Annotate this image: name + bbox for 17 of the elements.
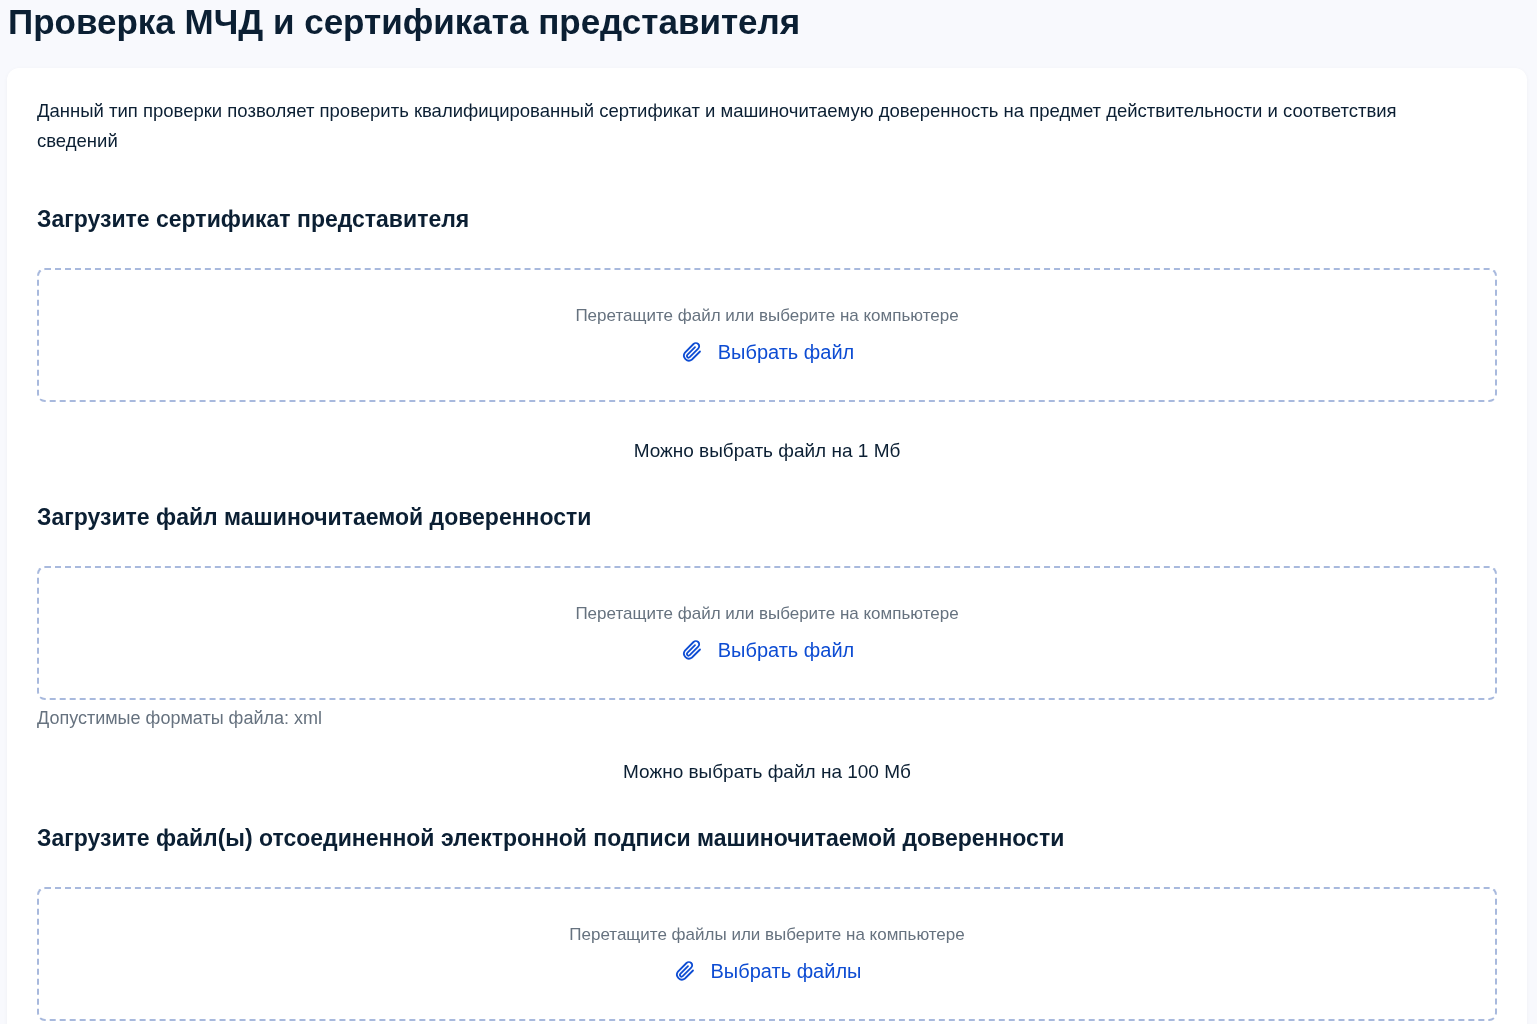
choose-file-button[interactable]: Выбрать файлы [672,959,862,983]
description-text: Данный тип проверки позволяет проверить квалифицированный сертификат и машиночитаемую доверенность на предмет действительности и соответствия сведений [37,99,1397,153]
dropzone-hint: Перетащите файл или выберите на компьютере [575,604,959,624]
file-dropzone[interactable]: Перетащите файл или выберите на компьютере Выбрать файл [37,268,1497,402]
dropzone-hint: Перетащите файл или выберите на компьютере [575,306,959,326]
page-title: Проверка МЧД и сертификата представителя [8,1,802,43]
section-heading: Загрузите файл(ы) отсоединенной электронной подписи машиночитаемой доверенности [37,824,1066,853]
section-heading: Загрузите файл машиночитаемой доверенности [37,503,593,532]
file-formats-note: Допустимые форматы файла: xml [37,708,322,729]
choose-file-button[interactable]: Выбрать файл [679,340,855,364]
dropzone-hint: Перетащите файлы или выберите на компьютере [569,925,965,945]
file-dropzone[interactable]: Перетащите файл или выберите на компьютере Выбрать файл [37,566,1497,700]
file-size-note: Можно выбрать файл на 100 Мб [623,761,911,783]
file-size-note: Можно выбрать файл на 1 Мб [633,440,901,462]
section-heading: Загрузите сертификат представителя [37,205,471,234]
choose-file-button[interactable]: Выбрать файл [679,638,855,662]
file-dropzone[interactable]: Перетащите файлы или выберите на компьютере Выбрать файлы [37,887,1497,1021]
